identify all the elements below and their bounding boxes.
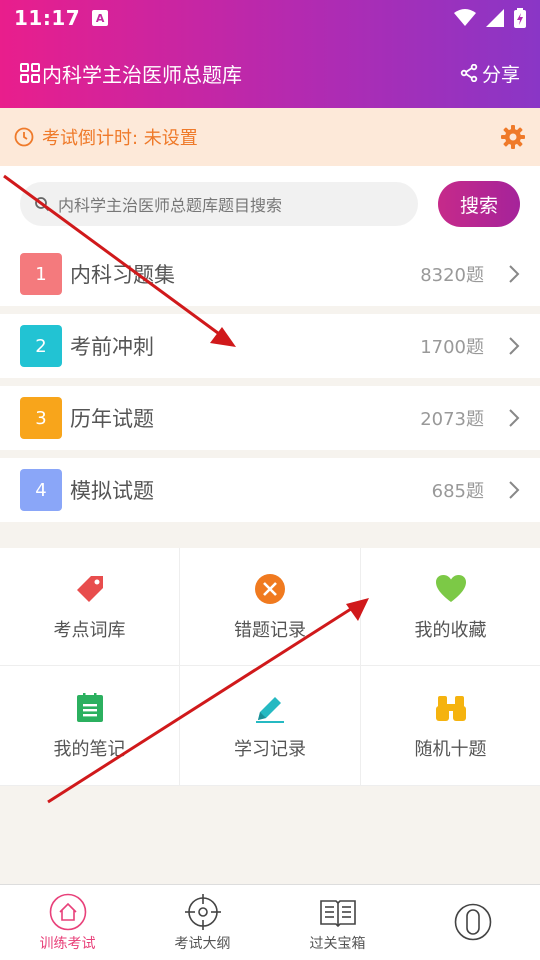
chevron-right-icon [508, 336, 520, 356]
search-placeholder: 内科学主治医师总题库题目搜索 [58, 196, 283, 215]
nav-profile[interactable] [405, 885, 540, 960]
search-icon [34, 196, 50, 212]
share-label: 分享 [481, 63, 520, 86]
search-input[interactable]: 内科学主治医师总题库题目搜索 [20, 182, 418, 226]
nav-label: 训练考试 [39, 935, 96, 952]
tool-grid: 考点词库 错题记录 我的收藏 我的笔记 学习记录 随机十题 [0, 548, 540, 786]
tag-icon [73, 572, 107, 606]
countdown-text: 考试倒计时: 未设置 [42, 128, 198, 149]
nav-training-exam[interactable]: 训练考试 [0, 885, 135, 960]
search-button[interactable]: 搜索 [438, 181, 520, 227]
tool-random-ten[interactable]: 随机十题 [361, 666, 540, 786]
nav-exam-syllabus[interactable]: 考试大纲 [135, 885, 270, 960]
category-label: 内科习题集 [70, 263, 175, 287]
profile-icon [454, 903, 492, 941]
signal-icon [486, 9, 504, 27]
tool-label: 错题记录 [234, 619, 306, 641]
app-header: 11:17 A 内科学主治医师总题库 分享 [0, 0, 540, 108]
tool-notes[interactable]: 我的笔记 [0, 666, 180, 786]
nav-label: 考试大纲 [174, 935, 231, 952]
search-row: 内科学主治医师总题库题目搜索 搜索 [0, 166, 540, 242]
notebook-icon [73, 691, 107, 725]
category-item[interactable]: 4 模拟试题 685题 [0, 458, 540, 522]
status-time: 11:17 [14, 6, 81, 30]
clock-icon [14, 127, 34, 147]
notification-a-icon: A [92, 10, 109, 26]
category-number-badge: 4 [20, 469, 62, 511]
status-bar: 11:17 A [0, 0, 540, 36]
chevron-right-icon [508, 480, 520, 500]
category-item[interactable]: 2 考前冲刺 1700题 [0, 314, 540, 378]
grid-apps-icon[interactable] [20, 63, 40, 83]
nav-label: 过关宝箱 [309, 935, 366, 952]
share-icon [460, 64, 478, 82]
tool-label: 我的笔记 [53, 738, 126, 760]
nav-pass-treasure[interactable]: 过关宝箱 [270, 885, 405, 960]
category-label: 历年试题 [70, 407, 154, 431]
gear-icon[interactable] [500, 124, 526, 150]
category-count: 685题 [431, 481, 484, 502]
category-item[interactable]: 1 内科习题集 8320题 [0, 242, 540, 306]
category-number-badge: 3 [20, 397, 62, 439]
binoculars-icon [434, 691, 468, 725]
category-label: 模拟试题 [70, 479, 154, 503]
exam-countdown-bar[interactable]: 考试倒计时: 未设置 [0, 108, 540, 166]
target-icon [184, 893, 222, 931]
tool-label: 随机十题 [414, 738, 487, 760]
share-button[interactable]: 分享 [460, 60, 520, 87]
book-icon [319, 893, 357, 931]
tool-study-records[interactable]: 学习记录 [180, 666, 361, 786]
tool-label: 学习记录 [234, 738, 306, 760]
category-count: 8320题 [420, 265, 484, 286]
bottom-nav: 训练考试 考试大纲 过关宝箱 [0, 884, 540, 960]
category-count: 2073题 [420, 409, 484, 430]
tool-label: 我的收藏 [414, 619, 487, 641]
tool-keypoint-lexicon[interactable]: 考点词库 [0, 548, 180, 666]
home-icon [49, 893, 87, 931]
chevron-right-icon [508, 264, 520, 284]
category-label: 考前冲刺 [70, 335, 154, 359]
close-circle-icon [253, 572, 287, 606]
tool-wrong-records[interactable]: 错题记录 [180, 548, 361, 666]
tool-label: 考点词库 [53, 619, 126, 641]
heart-icon [434, 572, 468, 606]
chevron-right-icon [508, 408, 520, 428]
page-title: 内科学主治医师总题库 [42, 62, 242, 87]
battery-icon [514, 8, 526, 28]
category-list: 1 内科习题集 8320题 2 考前冲刺 1700题 3 历年试题 2073题 … [0, 242, 540, 530]
title-bar: 内科学主治医师总题库 分享 [0, 50, 540, 96]
category-number-badge: 1 [20, 253, 62, 295]
pencil-icon [253, 691, 287, 725]
tool-favorites[interactable]: 我的收藏 [361, 548, 540, 666]
wifi-icon [454, 9, 476, 26]
status-icons [454, 8, 526, 28]
category-item[interactable]: 3 历年试题 2073题 [0, 386, 540, 450]
category-number-badge: 2 [20, 325, 62, 367]
category-count: 1700题 [420, 337, 484, 358]
